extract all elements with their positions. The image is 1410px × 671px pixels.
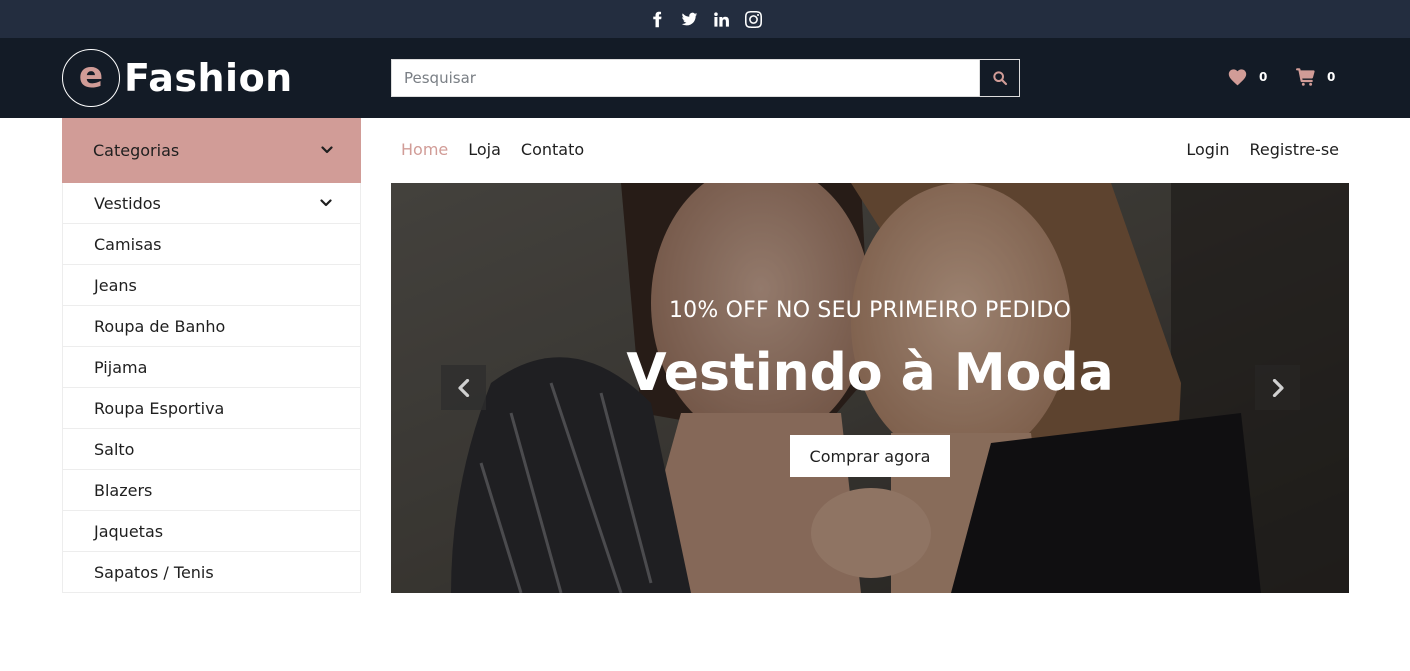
- category-label: Salto: [94, 439, 135, 459]
- nav-link-contato[interactable]: Contato: [521, 140, 584, 159]
- categories-title: Categorias: [93, 141, 180, 160]
- category-item-jeans[interactable]: Jeans: [63, 265, 360, 306]
- category-label: Camisas: [94, 234, 162, 254]
- nav-link-loja[interactable]: Loja: [468, 140, 501, 159]
- category-label: Sapatos / Tenis: [94, 562, 214, 582]
- twitter-icon[interactable]: [680, 10, 698, 28]
- hero-caption: 10% OFF NO SEU PRIMEIRO PEDIDO Vestindo …: [391, 183, 1349, 593]
- chevron-down-icon: [321, 141, 333, 160]
- cart-count: 0: [1327, 70, 1336, 84]
- logo-text: Fashion: [124, 56, 293, 100]
- chevron-down-icon: [320, 194, 332, 213]
- category-label: Vestidos: [94, 193, 161, 213]
- category-label: Roupa Esportiva: [94, 398, 225, 418]
- account-nav: Login Registre-se: [1186, 140, 1339, 159]
- search-icon: [992, 71, 1007, 86]
- heart-icon: [1228, 69, 1247, 86]
- category-item-roupa-de-banho[interactable]: Roupa de Banho: [63, 306, 360, 347]
- shop-now-button[interactable]: Comprar agora: [790, 435, 950, 477]
- nav-link-home[interactable]: Home: [401, 140, 448, 159]
- category-item-camisas[interactable]: Camisas: [63, 224, 360, 265]
- category-label: Roupa de Banho: [94, 316, 226, 336]
- category-item-salto[interactable]: Salto: [63, 429, 360, 470]
- category-item-blazers[interactable]: Blazers: [63, 470, 360, 511]
- category-item-sapatos-tenis[interactable]: Sapatos / Tenis: [63, 552, 360, 593]
- instagram-icon[interactable]: [744, 10, 762, 28]
- hero-subtitle: 10% OFF NO SEU PRIMEIRO PEDIDO: [668, 298, 1072, 323]
- carousel-next-button[interactable]: [1255, 365, 1300, 410]
- search-input[interactable]: [392, 60, 979, 96]
- site-header: e Fashion 0 0: [0, 38, 1410, 118]
- carousel-prev-button[interactable]: [441, 365, 486, 410]
- cart-button[interactable]: 0: [1296, 66, 1335, 88]
- facebook-icon[interactable]: [648, 10, 666, 28]
- search-button[interactable]: [979, 60, 1019, 96]
- cart-icon: [1296, 68, 1315, 86]
- category-item-roupa-esportiva[interactable]: Roupa Esportiva: [63, 388, 360, 429]
- category-label: Pijama: [94, 357, 148, 377]
- register-link[interactable]: Registre-se: [1250, 140, 1339, 159]
- categories-list: Vestidos Camisas Jeans Roupa de Banho Pi…: [62, 183, 361, 593]
- linkedin-icon[interactable]: [712, 10, 730, 28]
- categories-toggle[interactable]: Categorias: [62, 118, 361, 183]
- chevron-right-icon: [1272, 378, 1284, 397]
- category-item-jaquetas[interactable]: Jaquetas: [63, 511, 360, 552]
- category-label: Blazers: [94, 480, 153, 500]
- category-item-vestidos[interactable]: Vestidos: [63, 183, 360, 224]
- hero-title: Vestindo à Moda: [626, 343, 1114, 403]
- social-bar: [0, 0, 1410, 38]
- wishlist-count: 0: [1259, 70, 1268, 84]
- main-nav: Home Loja Contato: [401, 140, 584, 159]
- search-bar: [391, 59, 1020, 97]
- category-label: Jeans: [94, 275, 137, 295]
- wishlist-button[interactable]: 0: [1228, 66, 1267, 88]
- chevron-left-icon: [457, 378, 469, 397]
- login-link[interactable]: Login: [1186, 140, 1229, 159]
- logo-mark: e: [62, 49, 120, 107]
- site-logo[interactable]: e Fashion: [62, 48, 293, 108]
- category-item-pijama[interactable]: Pijama: [63, 347, 360, 388]
- hero-carousel: 10% OFF NO SEU PRIMEIRO PEDIDO Vestindo …: [391, 183, 1349, 593]
- category-label: Jaquetas: [94, 521, 164, 541]
